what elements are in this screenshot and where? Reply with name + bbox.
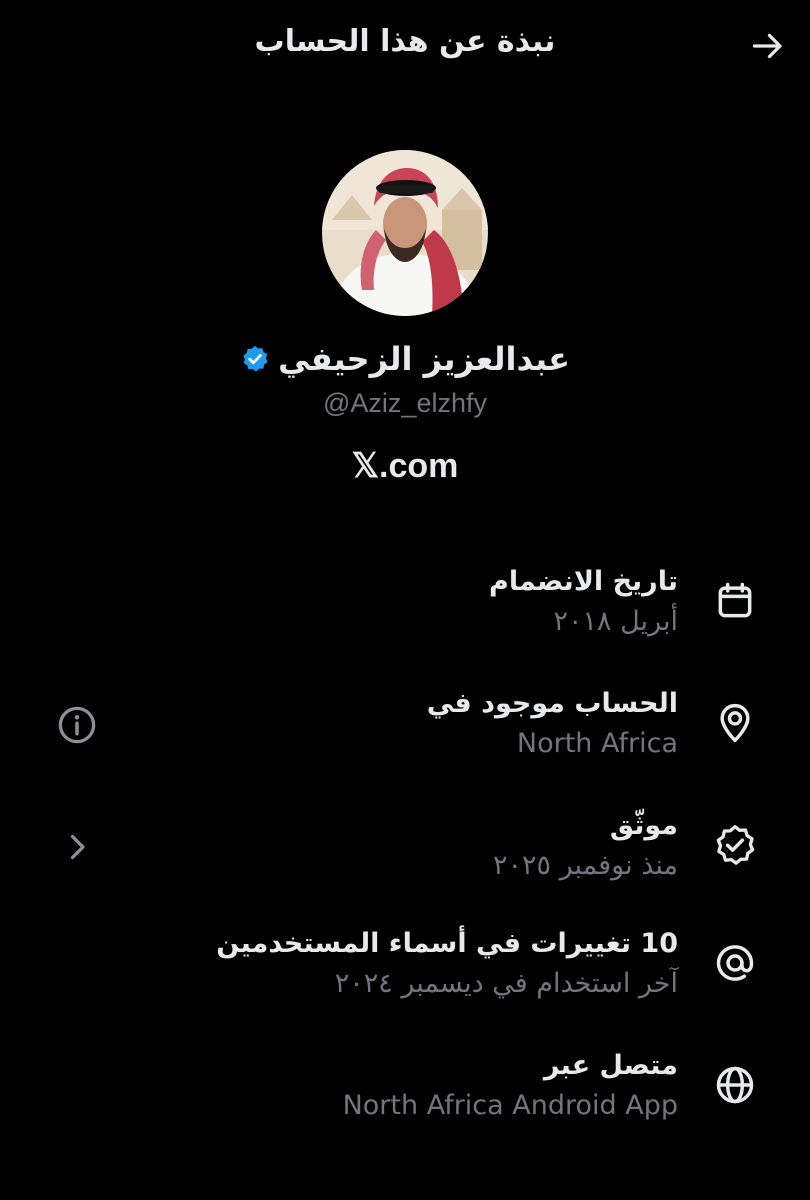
back-button[interactable] <box>748 26 788 66</box>
username-last-used-value: آخر استخدام في ديسمبر ٢٠٢٤ <box>334 968 678 999</box>
join-date-row: تاريخ الانضمام أبريل ٢٠١٨ <box>0 560 810 670</box>
verified-badge-icon[interactable] <box>240 344 270 374</box>
join-date-value: أبريل ٢٠١٨ <box>553 606 678 637</box>
username-changes-title: 10 تغييرات في أسماء المستخدمين <box>216 928 678 959</box>
calendar-icon <box>712 578 758 624</box>
join-date-title: تاريخ الانضمام <box>489 566 678 597</box>
verified-seal-icon <box>712 822 758 868</box>
account-location-title: الحساب موجود في <box>426 688 678 719</box>
account-location-value: North Africa <box>516 728 678 759</box>
display-name: عبدالعزيز الزحيفي <box>278 340 570 378</box>
info-icon <box>58 706 96 744</box>
at-sign-icon <box>712 940 758 986</box>
page-title: نبذة عن هذا الحساب <box>254 24 556 59</box>
avatar[interactable] <box>322 150 488 316</box>
verified-row[interactable]: موثّق منذ نوفمبر ٢٠٢٥ <box>0 804 810 914</box>
connected-via-value: North Africa Android App <box>342 1090 678 1121</box>
verified-title: موثّق <box>609 810 678 841</box>
location-pin-icon <box>712 700 758 746</box>
globe-icon <box>712 1062 758 1108</box>
x-com-link[interactable]: 𝕏.com <box>0 446 810 486</box>
account-location-row: الحساب موجود في North Africa <box>0 682 810 792</box>
connected-via-row: متصل عبر North Africa Android App <box>0 1044 810 1154</box>
verified-since-value: منذ نوفمبر ٢٠٢٥ <box>493 850 678 881</box>
arrow-right-icon <box>752 33 782 59</box>
username-changes-row: 10 تغييرات في أسماء المستخدمين آخر استخد… <box>0 922 810 1032</box>
info-button[interactable] <box>54 702 100 748</box>
top-bar: نبذة عن هذا الحساب <box>0 0 810 92</box>
connected-via-title: متصل عبر <box>543 1050 678 1081</box>
chevron-left-icon <box>70 834 85 860</box>
profile-name-row: عبدالعزيز الزحيفي <box>0 340 810 378</box>
verified-details-button[interactable] <box>54 824 100 870</box>
username-handle: @Aziz_elzhfy <box>323 388 487 418</box>
